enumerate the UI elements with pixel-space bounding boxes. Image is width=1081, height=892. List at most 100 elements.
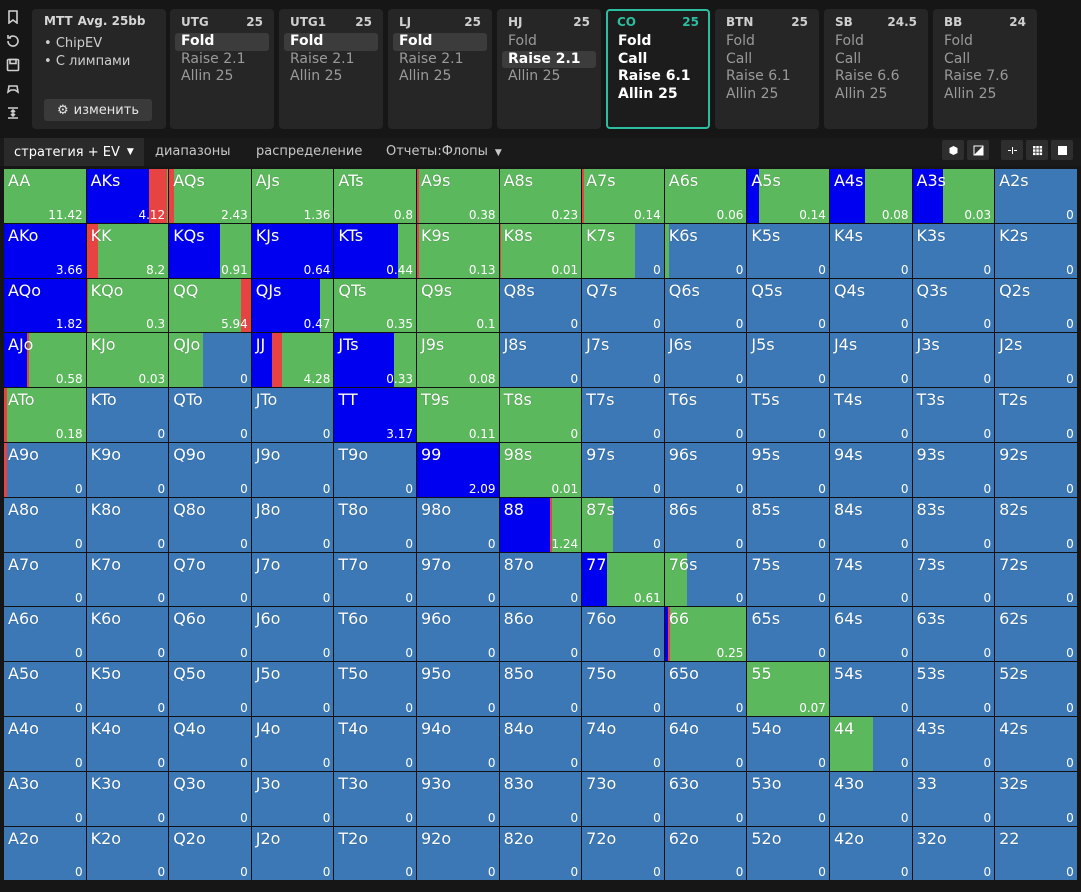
action-option[interactable]: Fold [175, 33, 269, 51]
hand-cell-63o[interactable]: 63o 0 [664, 771, 747, 826]
action-option[interactable]: Raise 6.1 [720, 68, 814, 86]
hand-cell-A7s[interactable]: A7s 0.14 [582, 169, 664, 223]
hand-cell-63s[interactable]: 63s 0 [912, 607, 995, 662]
hand-cell-Q4o[interactable]: Q4o 0 [169, 716, 251, 771]
hand-cell-Q2s[interactable]: Q2s 0 [995, 278, 1077, 333]
action-option[interactable]: Allin 25 [393, 68, 487, 86]
hand-cell-T2s[interactable]: T2s 0 [995, 388, 1077, 442]
hand-cell-AA[interactable]: AA 11.42 [4, 169, 86, 223]
hand-cell-75s[interactable]: 75s 0 [747, 552, 829, 607]
hand-cell-J9s[interactable]: J9s 0.08 [416, 333, 499, 388]
position-card-bb[interactable]: BB 24 Fold Call Raise 7.6 Allin 25 [933, 9, 1037, 129]
hand-cell-JTs[interactable]: JTs 0.33 [334, 333, 416, 388]
hand-cell-J7o[interactable]: J7o 0 [251, 552, 334, 607]
hand-cell-53o[interactable]: 53o 0 [747, 771, 829, 826]
hand-cell-K4o[interactable]: K4o 0 [86, 716, 169, 771]
grid-view-icon[interactable] [1026, 140, 1048, 160]
single-view-icon[interactable] [1051, 140, 1073, 160]
action-option[interactable]: Allin 25 [720, 86, 814, 104]
position-card-lj[interactable]: LJ 25 Fold Raise 2.1 Allin 25 [388, 9, 492, 129]
hand-cell-Q3s[interactable]: Q3s 0 [912, 278, 995, 333]
hand-cell-44[interactable]: 44 0 [829, 716, 912, 771]
hand-cell-T4o[interactable]: T4o 0 [334, 716, 416, 771]
hand-cell-82o[interactable]: 82o 0 [499, 826, 582, 881]
hand-cell-AQs[interactable]: AQs 2.43 [169, 169, 251, 223]
position-card-btn[interactable]: BTN 25 Fold Call Raise 6.1 Allin 25 [715, 9, 819, 129]
hand-cell-43s[interactable]: 43s 0 [912, 716, 995, 771]
hand-cell-62o[interactable]: 62o 0 [664, 826, 747, 881]
hand-cell-92s[interactable]: 92s 0 [995, 442, 1077, 497]
hand-cell-A6s[interactable]: A6s 0.06 [664, 169, 747, 223]
hand-cell-T6o[interactable]: T6o 0 [334, 607, 416, 662]
hand-cell-J2o[interactable]: J2o 0 [251, 826, 334, 881]
hand-cell-AJs[interactable]: AJs 1.36 [251, 169, 334, 223]
hand-cell-QJo[interactable]: QJo 0 [169, 333, 251, 388]
hand-cell-97s[interactable]: 97s 0 [582, 442, 664, 497]
hand-cell-Q4s[interactable]: Q4s 0 [829, 278, 912, 333]
tab-flop-reports[interactable]: Отчеты:Флопы ▼ [386, 144, 502, 159]
hand-cell-53s[interactable]: 53s 0 [912, 662, 995, 716]
hand-cell-A5o[interactable]: A5o 0 [4, 662, 86, 716]
action-option[interactable]: Raise 6.1 [613, 68, 703, 86]
save-icon[interactable] [4, 56, 22, 74]
hand-cell-73o[interactable]: 73o 0 [582, 771, 664, 826]
hand-cell-T9s[interactable]: T9s 0.11 [416, 388, 499, 442]
hand-cell-42s[interactable]: 42s 0 [995, 716, 1077, 771]
hand-cell-A8s[interactable]: A8s 0.23 [499, 169, 582, 223]
hand-cell-Q9s[interactable]: Q9s 0.1 [416, 278, 499, 333]
hand-cell-ATo[interactable]: ATo 0.18 [4, 388, 86, 442]
hand-cell-33[interactable]: 33 0 [912, 771, 995, 826]
action-option[interactable]: Allin 25 [502, 68, 596, 86]
hand-cell-JJ[interactable]: JJ 4.28 [251, 333, 334, 388]
hand-cell-JTo[interactable]: JTo 0 [251, 388, 334, 442]
hand-cell-98o[interactable]: 98o 0 [416, 497, 499, 552]
position-card-sb[interactable]: SB 24.5 Fold Call Raise 6.6 Allin 25 [824, 9, 928, 129]
hand-cell-83s[interactable]: 83s 0 [912, 497, 995, 552]
hand-cell-K2s[interactable]: K2s 0 [995, 223, 1077, 278]
hand-cell-96s[interactable]: 96s 0 [664, 442, 747, 497]
hand-cell-AJo[interactable]: AJo 0.58 [4, 333, 86, 388]
hand-cell-64s[interactable]: 64s 0 [829, 607, 912, 662]
hand-cell-95s[interactable]: 95s 0 [747, 442, 829, 497]
hand-cell-J3s[interactable]: J3s 0 [912, 333, 995, 388]
hand-cell-99[interactable]: 99 2.09 [416, 442, 499, 497]
cube-view-icon[interactable] [942, 140, 964, 160]
hand-cell-KJs[interactable]: KJs 0.64 [251, 223, 334, 278]
action-option[interactable]: Raise 2.1 [393, 51, 487, 69]
position-card-hj[interactable]: HJ 25 Fold Raise 2.1 Allin 25 [497, 9, 601, 129]
hand-cell-T8o[interactable]: T8o 0 [334, 497, 416, 552]
action-option[interactable]: Call [613, 51, 703, 69]
hand-cell-KTs[interactable]: KTs 0.44 [334, 223, 416, 278]
hand-cell-K7s[interactable]: K7s 0 [582, 223, 664, 278]
hand-cell-K8o[interactable]: K8o 0 [86, 497, 169, 552]
hand-cell-42o[interactable]: 42o 0 [829, 826, 912, 881]
hand-cell-Q5s[interactable]: Q5s 0 [747, 278, 829, 333]
action-option[interactable]: Raise 6.6 [829, 68, 923, 86]
hand-cell-92o[interactable]: 92o 0 [416, 826, 499, 881]
hand-cell-93s[interactable]: 93s 0 [912, 442, 995, 497]
hand-cell-J6o[interactable]: J6o 0 [251, 607, 334, 662]
hand-cell-A5s[interactable]: A5s 0.14 [747, 169, 829, 223]
hand-cell-54s[interactable]: 54s 0 [829, 662, 912, 716]
hand-cell-72o[interactable]: 72o 0 [582, 826, 664, 881]
split-view-icon[interactable] [967, 140, 989, 160]
action-option[interactable]: Fold [720, 33, 814, 51]
hand-cell-64o[interactable]: 64o 0 [664, 716, 747, 771]
action-option[interactable]: Allin 25 [175, 68, 269, 86]
hand-cell-J2s[interactable]: J2s 0 [995, 333, 1077, 388]
hand-cell-97o[interactable]: 97o 0 [416, 552, 499, 607]
action-option[interactable]: Allin 25 [938, 86, 1032, 104]
hand-cell-74s[interactable]: 74s 0 [829, 552, 912, 607]
hand-cell-KQo[interactable]: KQo 0.3 [86, 278, 169, 333]
hand-cell-82s[interactable]: 82s 0 [995, 497, 1077, 552]
hand-cell-KK[interactable]: KK 8.2 [86, 223, 169, 278]
hand-cell-Q9o[interactable]: Q9o 0 [169, 442, 251, 497]
hand-cell-95o[interactable]: 95o 0 [416, 662, 499, 716]
gamepad-icon[interactable] [4, 80, 22, 98]
action-option[interactable]: Call [720, 51, 814, 69]
hand-cell-85s[interactable]: 85s 0 [747, 497, 829, 552]
hand-cell-77[interactable]: 77 0.61 [582, 552, 664, 607]
hand-cell-52o[interactable]: 52o 0 [747, 826, 829, 881]
hand-cell-88[interactable]: 88 1.24 [499, 497, 582, 552]
action-option[interactable]: Call [938, 51, 1032, 69]
